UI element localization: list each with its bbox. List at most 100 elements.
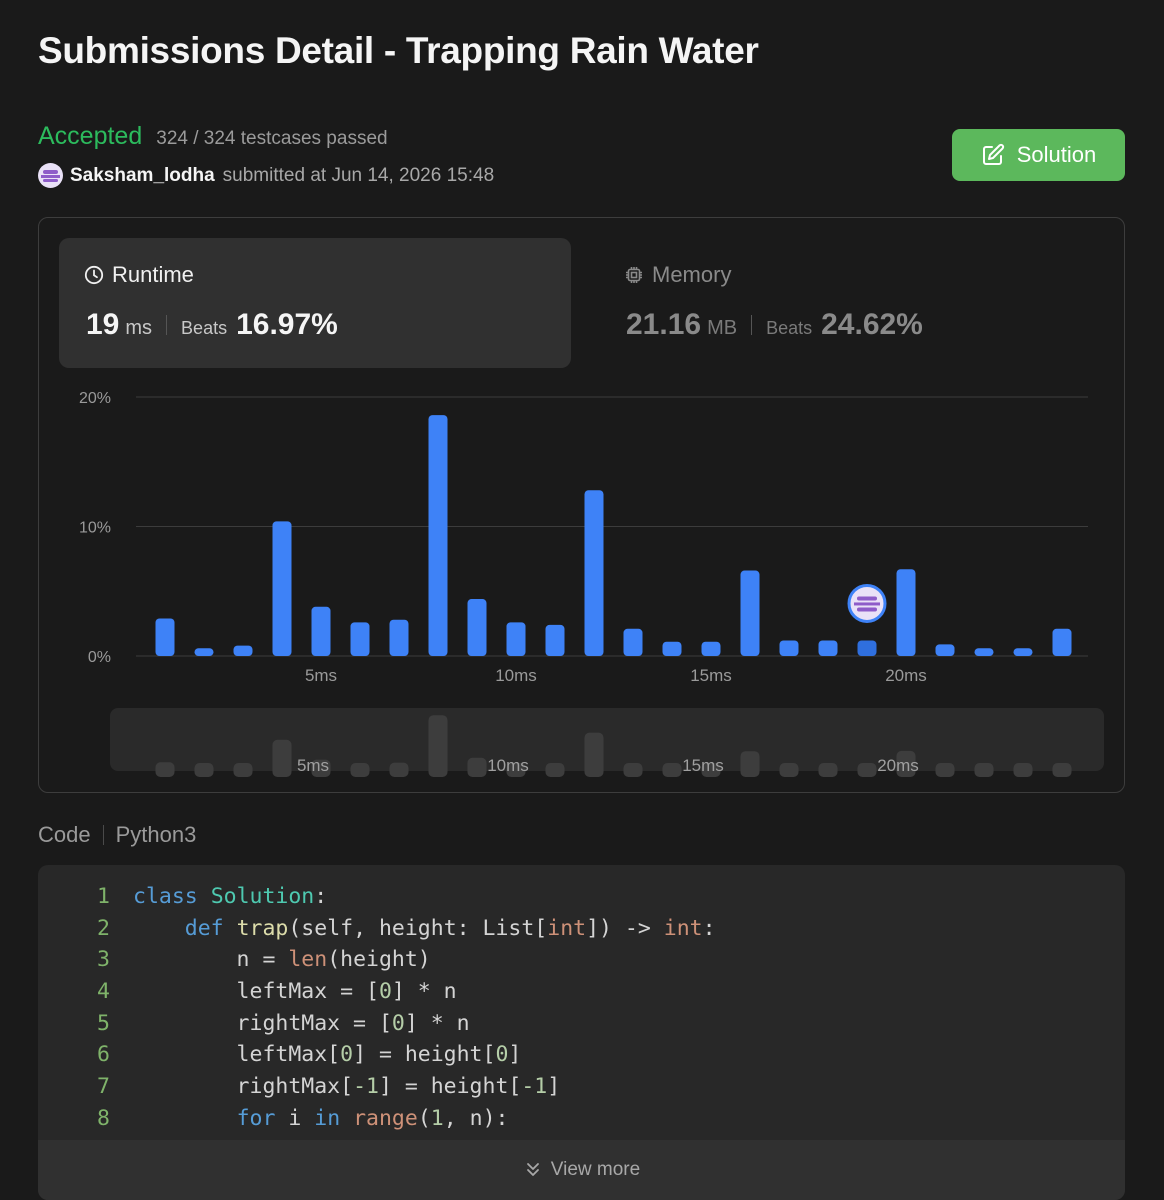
performance-panel: Runtime 19 ms Beats 16.97% Memory 21.16 …: [38, 217, 1125, 793]
avatar-marker-stripe: [857, 607, 877, 612]
chart-bar[interactable]: [272, 521, 292, 656]
overview-tick-label: 20ms: [877, 756, 919, 775]
overview-bar: [467, 757, 487, 777]
chart-bar[interactable]: [389, 619, 409, 656]
solution-button[interactable]: Solution: [952, 129, 1125, 181]
chart-bar[interactable]: [1052, 628, 1072, 656]
chart-bar[interactable]: [194, 648, 214, 656]
line-number: 8: [97, 1105, 110, 1131]
code-line: 2 def trap(self, height: List[int]) -> i…: [38, 916, 716, 948]
avatar-marker-stripe: [854, 602, 880, 606]
code-line: 8 for i in range(1, n):: [38, 1106, 716, 1138]
code-line: 5 rightMax = [0] * n: [38, 1011, 716, 1043]
overview-bar: [1013, 763, 1033, 777]
overview-bar: [662, 763, 682, 777]
chart-bar[interactable]: [428, 415, 448, 656]
submitter-row: Saksham_lodha submitted at Jun 14, 2026 …: [38, 163, 494, 188]
code-language: Python3: [115, 822, 197, 847]
y-tick-label: 0%: [88, 649, 111, 666]
code-text: def trap(self, height: List[int]) -> int…: [184, 915, 716, 941]
code-text: rightMax = [0] * n: [133, 1010, 470, 1036]
code-text: for i in range(1, n):: [236, 1105, 509, 1131]
overview-bar: [935, 763, 955, 777]
status-accepted: Accepted: [38, 122, 143, 150]
chart-bar[interactable]: [896, 569, 916, 656]
overview-bar: [623, 763, 643, 777]
view-more-button[interactable]: View more: [38, 1140, 1125, 1200]
chart-bar[interactable]: [584, 490, 604, 656]
overview-bar: [584, 732, 604, 777]
chart-bar[interactable]: [155, 618, 175, 656]
divider: [102, 825, 104, 845]
overview-tick-label: 10ms: [487, 756, 529, 775]
code-text: n = len(height): [133, 947, 431, 973]
page-title: Submissions Detail - Trapping Rain Water: [38, 30, 759, 71]
chart-bar[interactable]: [818, 640, 838, 656]
chart-bar[interactable]: [311, 606, 331, 656]
overview-bar: [545, 763, 565, 777]
line-number: 6: [97, 1042, 110, 1068]
line-number: 7: [97, 1074, 110, 1100]
edit-icon: [982, 143, 1004, 165]
chevrons-down-icon: [526, 1163, 539, 1176]
overview-bar: [428, 715, 448, 777]
code-line: 3 n = len(height): [38, 947, 716, 979]
overview-bar: [740, 751, 760, 777]
avatar-marker-stripe: [857, 596, 877, 601]
chart-bar[interactable]: [935, 644, 955, 656]
overview-bar: [233, 763, 253, 777]
overview-tick-label: 15ms: [682, 756, 724, 775]
line-number: 1: [97, 884, 110, 909]
overview-bar: [389, 762, 409, 777]
chart-bar[interactable]: [545, 624, 565, 656]
x-tick-label: 20ms: [885, 666, 927, 685]
runtime-distribution-chart[interactable]: 0% 10% 20% 5ms 10ms 15ms 20ms 5ms 10ms 15ms 20ms: [39, 218, 1124, 792]
chart-bar[interactable]: [1013, 648, 1033, 656]
testcases-passed: 324 / 324 testcases passed: [156, 128, 388, 149]
code-line: 6 leftMax[0] = height[0]: [38, 1042, 716, 1074]
chart-bar[interactable]: [506, 622, 526, 656]
chart-bar[interactable]: [662, 641, 682, 656]
view-more-label: View more: [550, 1159, 641, 1180]
chart-bar[interactable]: [701, 641, 721, 656]
overview-bar: [818, 763, 838, 777]
chart-bar[interactable]: [974, 648, 994, 656]
overview-bar: [1052, 763, 1072, 777]
code-editor[interactable]: 1 class Solution: 2 def trap(self, height…: [38, 865, 1125, 1200]
code-header: Code Python3: [38, 822, 196, 848]
overview-bar: [155, 762, 175, 777]
overview-bar: [857, 763, 877, 777]
solution-label: Solution: [1016, 142, 1097, 167]
x-tick-label: 5ms: [305, 666, 337, 685]
overview-tick-label: 5ms: [297, 756, 329, 775]
overview-bar: [272, 739, 292, 777]
line-number: 4: [97, 979, 110, 1005]
chart-bar[interactable]: [857, 640, 877, 656]
username[interactable]: Saksham_lodha: [70, 165, 215, 187]
y-tick-label: 20%: [79, 390, 111, 407]
line-number: 2: [97, 915, 110, 941]
line-number: 5: [97, 1010, 110, 1036]
code-text: rightMax[-1] = height[-1]: [133, 1074, 561, 1100]
x-tick-label: 15ms: [690, 666, 732, 685]
chart-bar[interactable]: [467, 599, 487, 656]
chart-bar[interactable]: [623, 628, 643, 656]
code-line: 1 class Solution:: [38, 884, 716, 916]
code-text: leftMax[0] = height[0]: [133, 1042, 522, 1068]
status-row: Accepted 324 / 324 testcases passed: [38, 122, 388, 151]
avatar[interactable]: [38, 163, 63, 188]
code-lines: 1 class Solution: 2 def trap(self, height…: [38, 884, 716, 1138]
overview-bar: [350, 763, 370, 777]
submitted-time: submitted at Jun 14, 2026 15:48: [222, 164, 495, 186]
range-overview[interactable]: [110, 708, 1104, 771]
overview-bar: [779, 763, 799, 777]
code-text: class Solution:: [133, 884, 328, 909]
chart-bar[interactable]: [779, 640, 799, 656]
chart-bar[interactable]: [350, 622, 370, 656]
code-line: 4 leftMax = [0] * n: [38, 979, 716, 1011]
chart-bar[interactable]: [740, 570, 760, 656]
x-tick-label: 10ms: [495, 666, 537, 685]
overview-bar: [974, 763, 994, 777]
overview-bar: [194, 763, 214, 777]
chart-bar[interactable]: [233, 645, 253, 656]
